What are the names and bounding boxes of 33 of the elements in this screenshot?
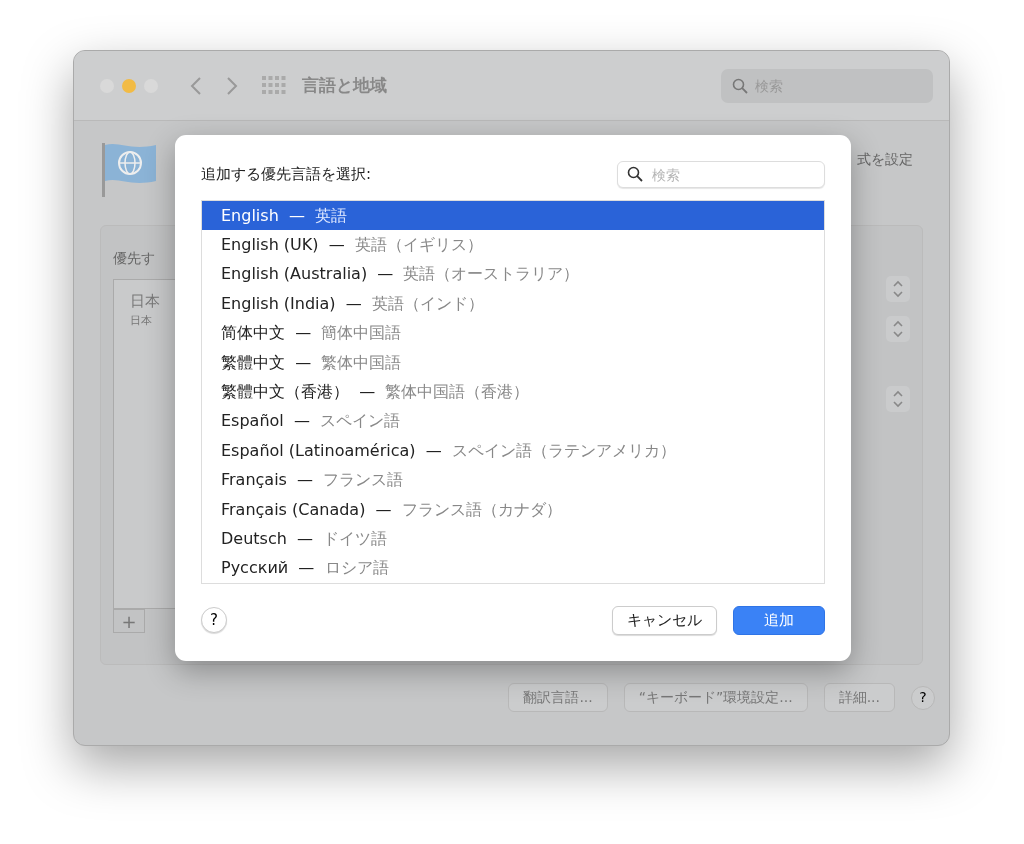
language-row[interactable]: Français — フランス語 bbox=[202, 465, 824, 495]
language-row[interactable]: 简体中文 — 簡体中国語 bbox=[202, 318, 824, 348]
language-row[interactable]: Deutsch — ドイツ語 bbox=[202, 524, 824, 554]
language-row[interactable]: Français (Canada) — フランス語（カナダ） bbox=[202, 494, 824, 525]
language-row[interactable]: English (Australia) — 英語（オーストラリア） bbox=[202, 259, 824, 290]
item-name: 日本 bbox=[130, 291, 160, 312]
prompt-text: 追加する優先言語を選択: bbox=[201, 164, 372, 186]
search-icon bbox=[627, 166, 643, 182]
back-icon[interactable] bbox=[190, 75, 202, 96]
window-control-button[interactable] bbox=[122, 78, 136, 93]
forward-icon[interactable] bbox=[226, 75, 238, 96]
window-title: 言語と地域 bbox=[302, 73, 387, 97]
language-row[interactable]: English (UK) — 英語（イギリス） bbox=[202, 230, 824, 260]
language-row[interactable]: English (India) — 英語（インド） bbox=[202, 289, 824, 319]
cancel-button[interactable]: キャンセル bbox=[612, 606, 717, 635]
stepper-icon[interactable] bbox=[886, 276, 910, 302]
add-button[interactable]: 追加 bbox=[733, 606, 825, 635]
list-label: 優先す bbox=[113, 249, 156, 268]
help-button[interactable]: ? bbox=[911, 685, 935, 710]
header-text: 式を設定 bbox=[857, 150, 913, 169]
stepper-icon[interactable] bbox=[886, 316, 910, 342]
stepper-icon[interactable] bbox=[886, 386, 910, 412]
language-row[interactable]: Español (Latinoamérica) — スペイン語（ラテンアメリカ） bbox=[202, 436, 824, 466]
language-row[interactable]: 繁體中文 — 繁体中国語 bbox=[202, 347, 824, 378]
help-button[interactable]: ? bbox=[201, 607, 227, 634]
language-row[interactable]: Español — スペイン語 bbox=[202, 406, 824, 437]
language-row[interactable]: English — 英語 bbox=[202, 201, 824, 231]
search-field[interactable]: 検索 bbox=[617, 161, 825, 188]
search-icon bbox=[732, 77, 748, 94]
grid-icon[interactable] bbox=[262, 75, 286, 96]
item-detail: 日本 bbox=[130, 312, 152, 329]
language-row[interactable]: 繁體中文（香港） — 繁体中国語（香港） bbox=[202, 377, 824, 407]
language-row[interactable]: Русский — ロシア語 bbox=[202, 553, 824, 583]
